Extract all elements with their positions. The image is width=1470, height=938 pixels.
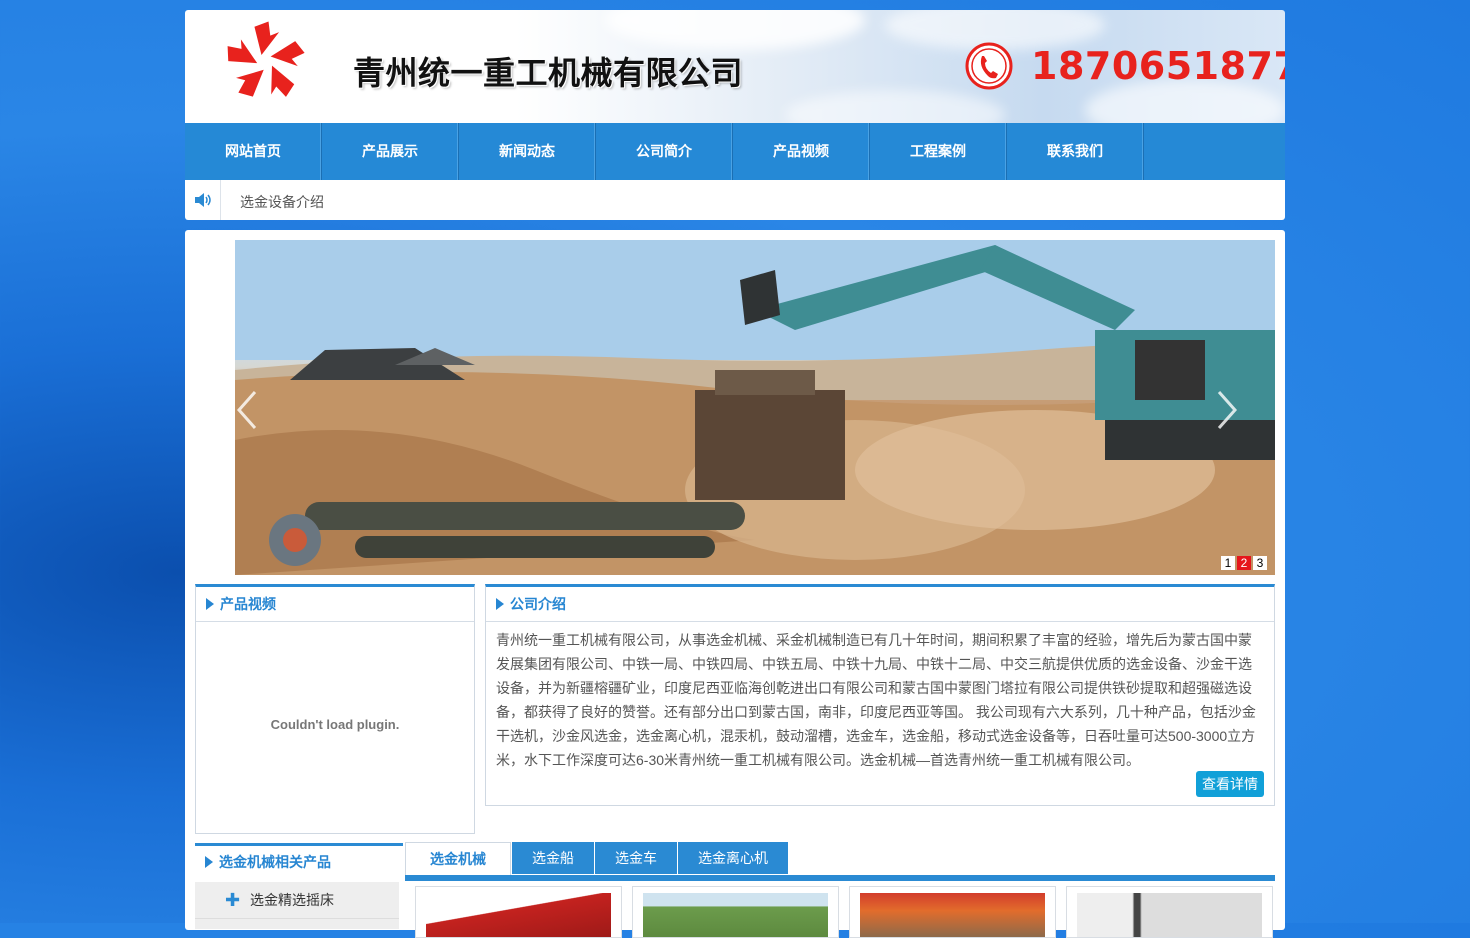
- about-panel-title[interactable]: 公司介绍: [510, 587, 566, 621]
- tab-gold-centrifuge[interactable]: 选金离心机: [678, 842, 788, 874]
- plus-icon: ✚: [225, 890, 241, 910]
- notice-text[interactable]: 选金设备介绍: [240, 192, 324, 212]
- tab-gold-machinery[interactable]: 选金机械: [405, 842, 511, 875]
- view-details-button[interactable]: 查看详情: [1196, 771, 1264, 797]
- company-name: 青州统一重工机械有限公司: [353, 54, 744, 92]
- chevron-right-icon[interactable]: [1215, 390, 1239, 430]
- slider-dot-2[interactable]: 2: [1237, 556, 1251, 570]
- nav-item-home[interactable]: 网站首页: [185, 123, 322, 180]
- phone-number[interactable]: 18706518777: [1031, 44, 1285, 88]
- nav-item-news[interactable]: 新闻动态: [459, 123, 596, 180]
- video-panel: 产品视频 Couldn't load plugin.: [195, 584, 475, 834]
- notice-bar: 选金设备介绍: [185, 180, 1285, 220]
- triangle-right-icon: [205, 855, 213, 868]
- related-item-label: 选金精选摇床: [250, 892, 334, 908]
- product-thumbnail[interactable]: [632, 886, 839, 938]
- product-thumbnail[interactable]: [849, 886, 1056, 938]
- site-header: 青州统一重工机械有限公司 18706518777: [185, 10, 1285, 123]
- phone-icon: [965, 42, 1013, 90]
- video-panel-header: 产品视频: [196, 587, 474, 622]
- plugin-error-message: Couldn't load plugin.: [270, 717, 400, 732]
- related-item[interactable]: [195, 919, 399, 929]
- about-panel-header: 公司介绍: [486, 587, 1274, 622]
- product-thumbnail[interactable]: [1066, 886, 1273, 938]
- notice-icon-box: [185, 180, 221, 220]
- triangle-right-icon: [496, 598, 504, 610]
- slider-pagination: 1 2 3: [1221, 556, 1267, 570]
- related-products-title[interactable]: 选金机械相关产品: [219, 845, 331, 879]
- product-tabs: 选金机械 选金船 选金车 选金离心机: [405, 842, 1275, 881]
- related-products-header: 选金机械相关产品: [195, 843, 403, 877]
- slider-dot-3[interactable]: 3: [1253, 556, 1267, 570]
- video-panel-title[interactable]: 产品视频: [220, 587, 276, 621]
- product-thumbnail[interactable]: [415, 886, 622, 938]
- triangle-right-icon: [206, 598, 214, 610]
- related-item[interactable]: ✚ 选金精选摇床: [195, 882, 399, 919]
- nav-item-videos[interactable]: 产品视频: [733, 123, 870, 180]
- main-content: 1 2 3 产品视频 Couldn't load plugin. 公司介绍 青州…: [185, 230, 1285, 938]
- speaker-icon: [194, 193, 211, 207]
- slider-dot-1[interactable]: 1: [1221, 556, 1235, 570]
- pinwheel-logo-icon[interactable]: [221, 18, 309, 106]
- main-nav: 网站首页 产品展示 新闻动态 公司简介 产品视频 工程案例 联系我们: [185, 123, 1285, 180]
- nav-item-products[interactable]: 产品展示: [322, 123, 459, 180]
- tab-gold-vehicle[interactable]: 选金车: [595, 842, 677, 874]
- chevron-left-icon[interactable]: [235, 390, 259, 430]
- nav-item-about[interactable]: 公司简介: [596, 123, 733, 180]
- about-text: 青州统一重工机械有限公司，从事选金机械、采金机械制造已有几十年时间，期间积累了丰…: [496, 632, 1256, 768]
- slide-image: [235, 240, 1275, 575]
- image-slider[interactable]: 1 2 3: [235, 240, 1275, 575]
- nav-item-cases[interactable]: 工程案例: [870, 123, 1007, 180]
- nav-item-contact[interactable]: 联系我们: [1007, 123, 1144, 180]
- tab-gold-boat[interactable]: 选金船: [512, 842, 594, 874]
- about-panel: 公司介绍 青州统一重工机械有限公司，从事选金机械、采金机械制造已有几十年时间，期…: [485, 584, 1275, 806]
